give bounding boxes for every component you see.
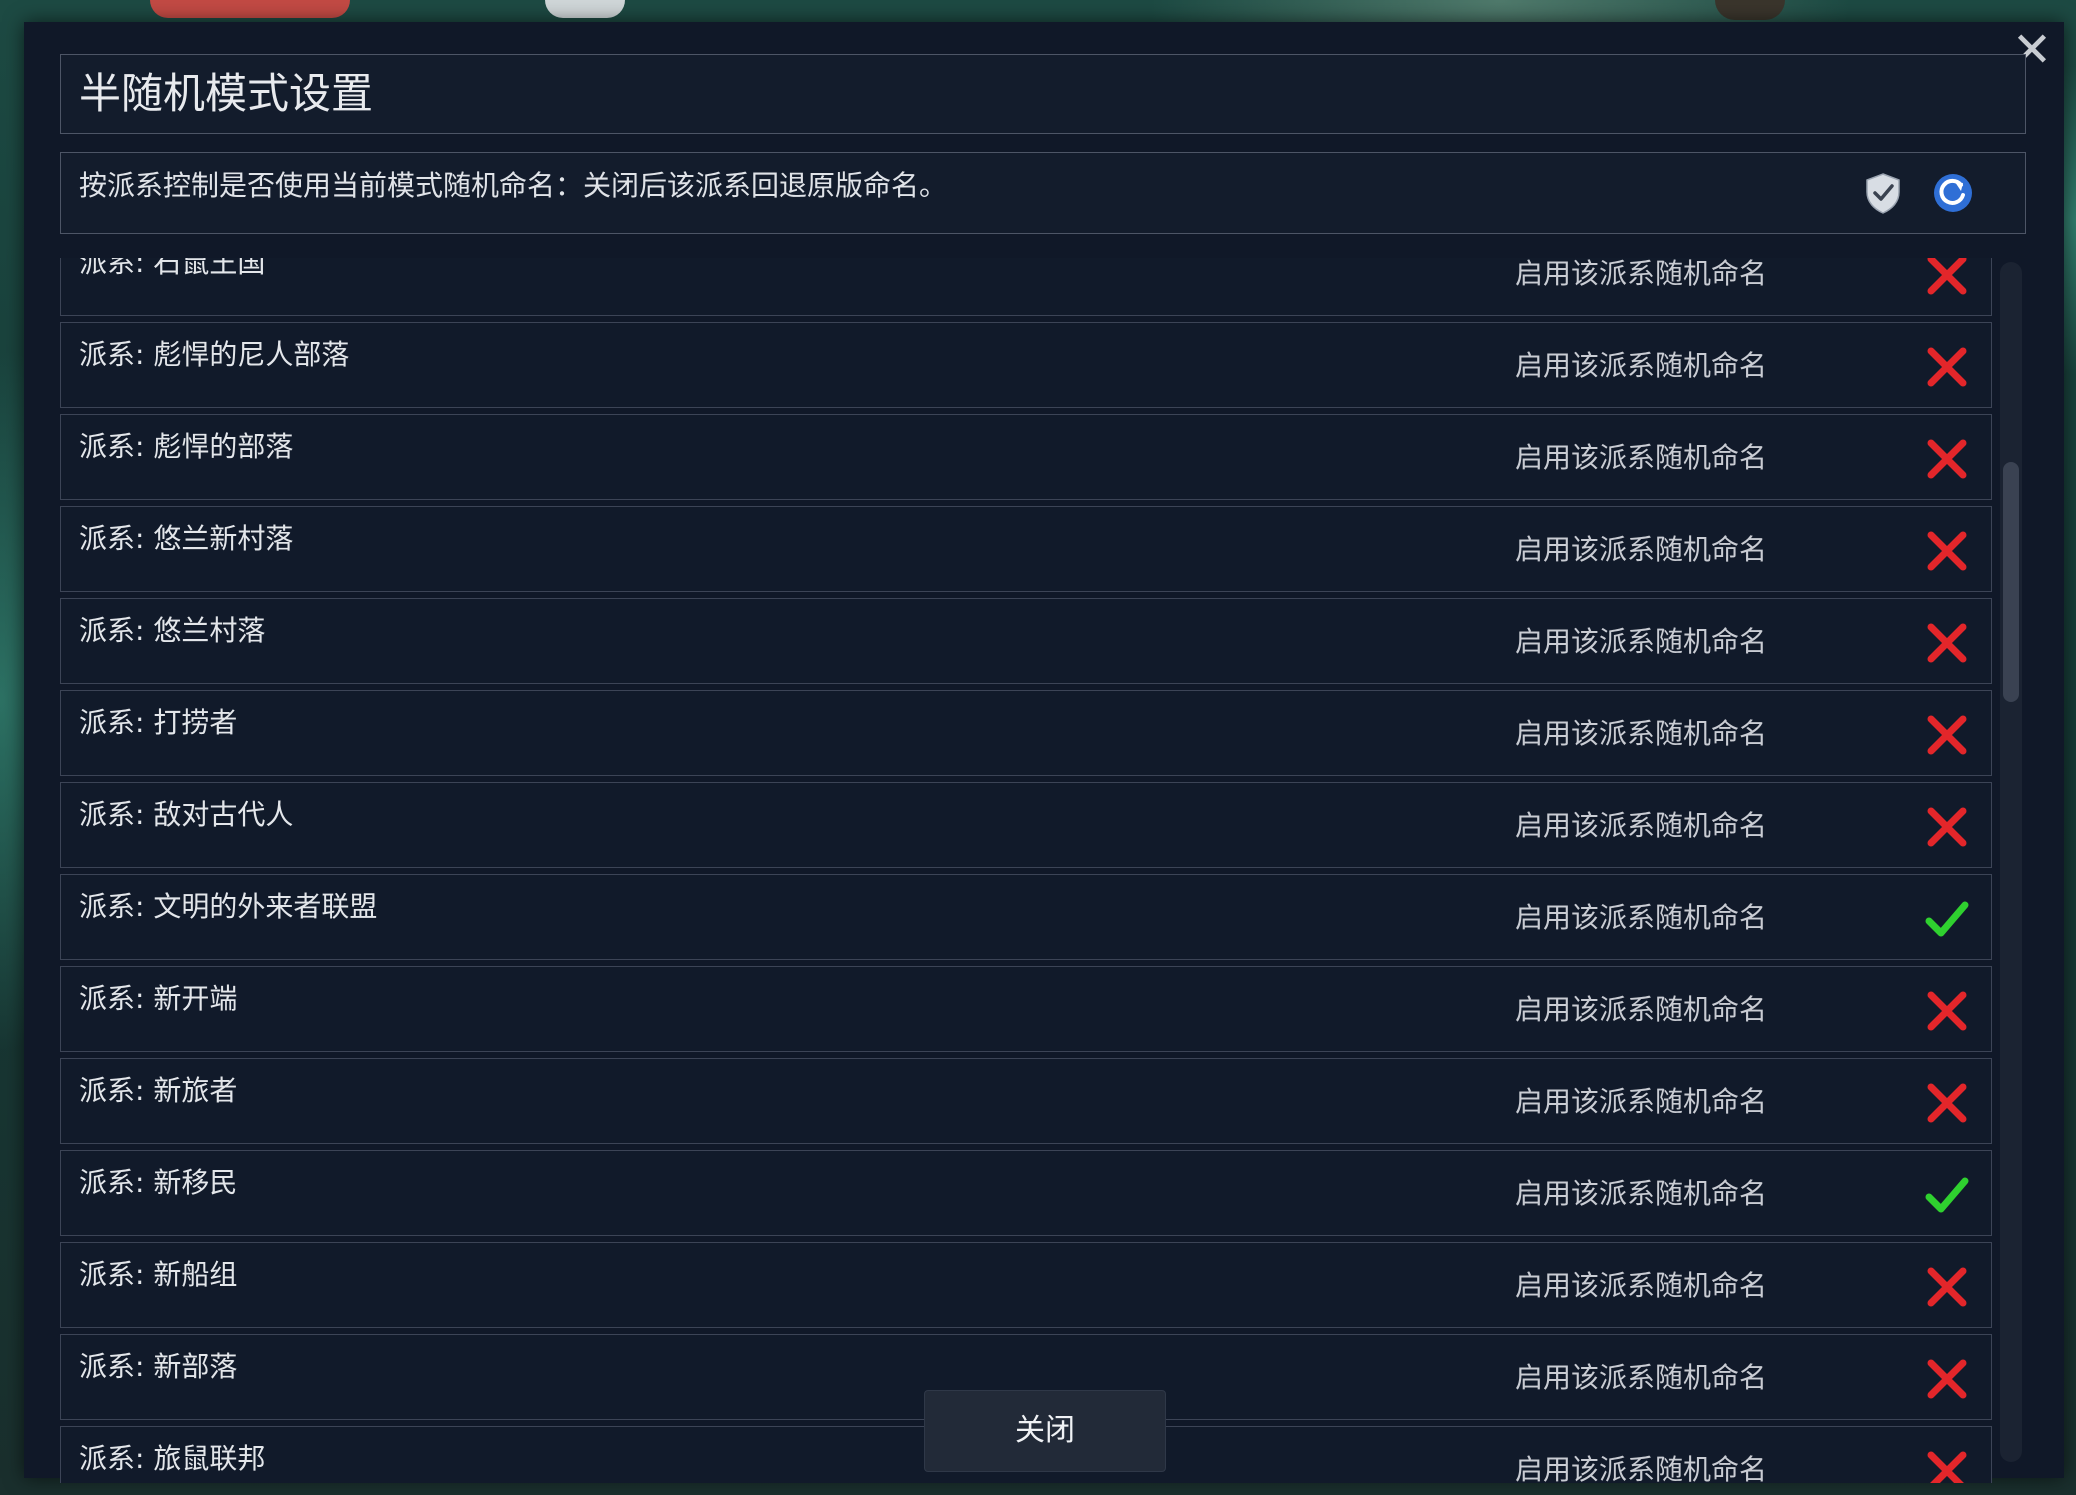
background-decoration [1715, 0, 1785, 20]
toggle-label: 启用该派系随机命名 [1515, 1085, 1768, 1118]
faction-row[interactable]: 派系: 新开端 启用该派系随机命名 [60, 966, 1992, 1052]
toggle-label: 启用该派系随机命名 [1515, 717, 1768, 750]
faction-name: 派系: 旅鼠联邦 [79, 1442, 266, 1475]
cross-icon[interactable] [1923, 619, 1971, 667]
toggle-label: 启用该派系随机命名 [1515, 258, 1768, 290]
toggle-label: 启用该派系随机命名 [1515, 533, 1768, 566]
description-bar: 按派系控制是否使用当前模式随机命名：关闭后该派系回退原版命名。 [60, 152, 2026, 234]
background-decoration [150, 0, 350, 18]
description-text: 按派系控制是否使用当前模式随机命名：关闭后该派系回退原版命名。 [79, 169, 948, 202]
toggle-label: 启用该派系随机命名 [1515, 441, 1768, 474]
faction-name: 派系: 彪悍的尼人部落 [79, 338, 350, 371]
faction-row[interactable]: 派系: 打捞者 启用该派系随机命名 [60, 690, 1992, 776]
faction-row[interactable]: 派系: 悠兰新村落 启用该派系随机命名 [60, 506, 1992, 592]
dialog-header: 半随机模式设置 [60, 54, 2026, 134]
faction-name: 派系: 敌对古代人 [79, 798, 294, 831]
faction-row[interactable]: 派系: 新旅者 启用该派系随机命名 [60, 1058, 1992, 1144]
cross-icon[interactable] [1923, 1447, 1971, 1483]
checkmark-icon[interactable] [1923, 1171, 1971, 1219]
faction-list[interactable]: 派系: 石鼠王国 启用该派系随机命名 派系: 彪悍的尼人部落 启用该派系随机命名 派系:… [60, 258, 1992, 1483]
cross-icon[interactable] [1923, 803, 1971, 851]
faction-name: 派系: 新移民 [79, 1166, 238, 1199]
faction-row[interactable]: 派系: 新移民 启用该派系随机命名 [60, 1150, 1992, 1236]
scrollbar-thumb[interactable] [2003, 462, 2019, 702]
faction-name: 派系: 新旅者 [79, 1074, 238, 1107]
faction-row[interactable]: 派系: 彪悍的部落 启用该派系随机命名 [60, 414, 1992, 500]
cross-icon[interactable] [1923, 435, 1971, 483]
faction-name: 派系: 新部落 [79, 1350, 238, 1383]
scrollbar[interactable] [2000, 262, 2022, 1462]
faction-row[interactable]: 派系: 石鼠王国 启用该派系随机命名 [60, 258, 1992, 316]
toggle-label: 启用该派系随机命名 [1515, 625, 1768, 658]
cross-icon[interactable] [1923, 1079, 1971, 1127]
faction-name: 派系: 新船组 [79, 1258, 238, 1291]
dialog-title: 半随机模式设置 [79, 69, 374, 118]
checkmark-icon[interactable] [1923, 895, 1971, 943]
refresh-icon[interactable] [1931, 171, 1975, 215]
cross-icon[interactable] [1923, 527, 1971, 575]
toggle-label: 启用该派系随机命名 [1515, 993, 1768, 1026]
toggle-label: 启用该派系随机命名 [1515, 1269, 1768, 1302]
toggle-label: 启用该派系随机命名 [1515, 1361, 1768, 1394]
cross-icon[interactable] [1923, 711, 1971, 759]
faction-name: 派系: 新开端 [79, 982, 238, 1015]
description-actions [1861, 171, 1975, 215]
toggle-label: 启用该派系随机命名 [1515, 1177, 1768, 1210]
cross-icon[interactable] [1923, 987, 1971, 1035]
shield-check-icon[interactable] [1861, 171, 1905, 215]
background-decoration [545, 0, 625, 18]
toggle-label: 启用该派系随机命名 [1515, 1453, 1768, 1483]
cross-icon[interactable] [1923, 1263, 1971, 1311]
faction-name: 派系: 悠兰村落 [79, 614, 266, 647]
faction-list-track: 派系: 石鼠王国 启用该派系随机命名 派系: 彪悍的尼人部落 启用该派系随机命名 派系:… [60, 258, 1992, 1483]
toggle-label: 启用该派系随机命名 [1515, 349, 1768, 382]
faction-name: 派系: 打捞者 [79, 706, 238, 739]
settings-dialog: ✕ 半随机模式设置 按派系控制是否使用当前模式随机命名：关闭后该派系回退原版命名… [24, 22, 2064, 1483]
close-button[interactable]: 关闭 [924, 1390, 1166, 1472]
cross-icon[interactable] [1923, 258, 1971, 299]
faction-row[interactable]: 派系: 悠兰村落 启用该派系随机命名 [60, 598, 1992, 684]
faction-row[interactable]: 派系: 文明的外来者联盟 启用该派系随机命名 [60, 874, 1992, 960]
cross-icon[interactable] [1923, 1355, 1971, 1403]
faction-row[interactable]: 派系: 敌对古代人 启用该派系随机命名 [60, 782, 1992, 868]
faction-row[interactable]: 派系: 新船组 启用该派系随机命名 [60, 1242, 1992, 1328]
faction-name: 派系: 文明的外来者联盟 [79, 890, 378, 923]
toggle-label: 启用该派系随机命名 [1515, 809, 1768, 842]
faction-name: 派系: 彪悍的部落 [79, 430, 294, 463]
toggle-label: 启用该派系随机命名 [1515, 901, 1768, 934]
cross-icon[interactable] [1923, 343, 1971, 391]
faction-name: 派系: 悠兰新村落 [79, 522, 294, 555]
faction-name: 派系: 石鼠王国 [79, 258, 266, 279]
faction-row[interactable]: 派系: 彪悍的尼人部落 启用该派系随机命名 [60, 322, 1992, 408]
